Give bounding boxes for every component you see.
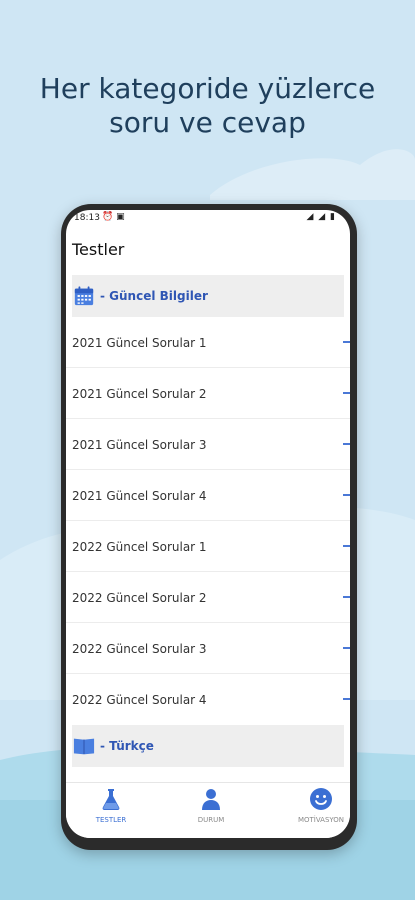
list-item-label: 2022 Güncel Sorular 4 [72,693,207,707]
smiley-icon [310,788,332,810]
list-item[interactable]: 2022 Güncel Sorular 2 [66,572,350,623]
list-item-label: 2022 Güncel Sorular 1 [72,540,207,554]
chevron-right-icon [343,392,350,394]
list-item[interactable]: 2022 Güncel Sorular 3 [66,623,350,674]
list-item[interactable]: 2021 Güncel Sorular 2 [66,368,350,419]
chevron-right-icon [343,698,350,700]
section-header-guncel-bilgiler[interactable]: - Güncel Bilgiler [72,275,344,317]
test-list: 2021 Güncel Sorular 1 2021 Güncel Sorula… [66,317,350,725]
list-item-label: 2021 Güncel Sorular 2 [72,387,207,401]
section-header-turkce[interactable]: - Türkçe [72,725,344,767]
bottom-navigation: TESTLER DURUM MOTİVASYON [66,782,350,838]
chevron-right-icon [343,647,350,649]
chevron-right-icon [343,545,350,547]
nav-label: MOTİVASYON [297,816,345,824]
list-item[interactable]: 2021 Güncel Sorular 4 [66,470,350,521]
status-time: 18:13 [74,213,100,223]
headline-line-1: Her kategoride yüzlerce [39,72,376,105]
phone-screen: 18:13 ⏰ ▣ ◢ ◢ ▮ Testler - Güncel Bilgile… [66,210,350,838]
nav-tab-motivasyon[interactable]: MOTİVASYON [276,783,350,838]
section-label: - Türkçe [100,739,154,753]
list-item-label: 2021 Güncel Sorular 3 [72,438,207,452]
list-item-label: 2022 Güncel Sorular 3 [72,642,207,656]
list-item[interactable]: 2021 Güncel Sorular 1 [66,317,350,368]
chevron-right-icon [343,341,350,343]
status-bar: 18:13 ⏰ ▣ ◢ ◢ ▮ [66,210,350,226]
headline-line-2: soru ve cevap [109,106,306,139]
status-notification-icons: ⏰ ▣ [102,212,125,222]
headline: Her kategoride yüzlerce soru ve cevap [0,72,415,140]
list-item[interactable]: 2022 Güncel Sorular 4 [66,674,350,725]
section-label: - Güncel Bilgiler [100,289,208,303]
list-item-label: 2021 Güncel Sorular 4 [72,489,207,503]
flask-icon [102,789,120,810]
nav-label: TESTLER [95,816,127,824]
status-signal-battery-icons: ◢ ◢ ▮ [306,212,336,222]
chevron-right-icon [343,443,350,445]
nav-label: DURUM [197,816,225,824]
book-icon [73,738,95,755]
page-title: Testler [72,240,125,259]
list-item-label: 2022 Güncel Sorular 2 [72,591,207,605]
list-item[interactable]: 2022 Güncel Sorular 1 [66,521,350,572]
chevron-right-icon [343,596,350,598]
nav-tab-testler[interactable]: TESTLER [66,783,156,838]
nav-tab-durum[interactable]: DURUM [166,783,256,838]
chevron-right-icon [343,494,350,496]
list-item-label: 2021 Güncel Sorular 1 [72,336,207,350]
list-item[interactable]: 2021 Güncel Sorular 3 [66,419,350,470]
calendar-icon [74,286,94,306]
person-icon [202,789,220,810]
